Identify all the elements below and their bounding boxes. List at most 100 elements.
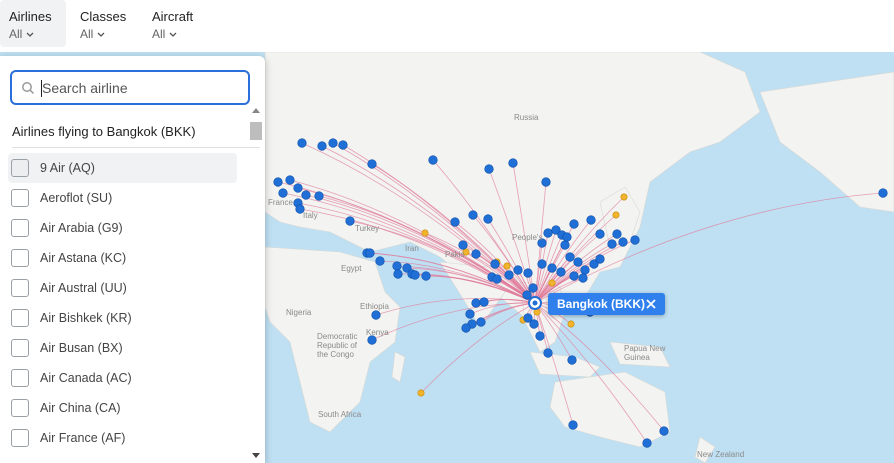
checkbox[interactable]	[11, 279, 29, 297]
list-item[interactable]: Air Bishkek (KR)	[0, 303, 248, 333]
airport-marker[interactable]	[297, 138, 307, 148]
airport-marker[interactable]	[492, 274, 502, 284]
scroll-down-arrow-icon[interactable]	[252, 453, 260, 458]
airport-marker[interactable]	[543, 228, 553, 238]
airport-marker[interactable]	[273, 177, 283, 187]
scrollbar[interactable]	[250, 108, 262, 458]
airport-marker[interactable]	[529, 319, 539, 329]
airport-marker[interactable]	[607, 239, 617, 249]
airport-marker[interactable]	[618, 237, 628, 247]
airport-marker[interactable]	[580, 265, 590, 275]
airport-marker[interactable]	[458, 240, 468, 250]
list-item[interactable]: Air France (AF)	[0, 423, 248, 453]
list-item[interactable]: 9 Air (AQ)	[8, 153, 237, 183]
airport-marker[interactable]	[522, 290, 532, 300]
airport-marker[interactable]	[586, 215, 596, 225]
checkbox[interactable]	[11, 159, 29, 177]
airport-marker[interactable]	[537, 259, 547, 269]
checkbox[interactable]	[11, 399, 29, 417]
airport-marker[interactable]	[504, 270, 514, 280]
scroll-up-arrow-icon[interactable]	[252, 108, 260, 113]
airport-marker[interactable]	[461, 323, 471, 333]
airport-marker[interactable]	[547, 263, 557, 273]
airport-marker[interactable]	[503, 262, 511, 270]
airport-marker[interactable]	[612, 211, 620, 219]
airlines-filter[interactable]: Airlines All	[0, 0, 66, 47]
classes-filter[interactable]: Classes All	[71, 0, 137, 47]
airport-marker[interactable]	[878, 188, 888, 198]
airport-marker[interactable]	[612, 229, 622, 239]
checkbox[interactable]	[11, 309, 29, 327]
airport-marker[interactable]	[523, 268, 533, 278]
airport-marker[interactable]	[548, 279, 556, 287]
airport-marker[interactable]	[468, 210, 478, 220]
airport-marker[interactable]	[483, 214, 493, 224]
airport-marker[interactable]	[417, 389, 425, 397]
airport-marker[interactable]	[410, 270, 420, 280]
airport-marker[interactable]	[569, 271, 579, 281]
list-item[interactable]: Air Arabia (G9)	[0, 213, 248, 243]
airport-marker[interactable]	[513, 265, 523, 275]
airport-marker[interactable]	[365, 248, 375, 258]
airport-marker[interactable]	[393, 269, 403, 279]
airport-marker[interactable]	[293, 183, 303, 193]
airport-marker[interactable]	[565, 252, 575, 262]
airport-marker[interactable]	[428, 155, 438, 165]
airport-marker[interactable]	[476, 317, 486, 327]
close-icon[interactable]	[644, 297, 658, 311]
airport-marker[interactable]	[317, 141, 327, 151]
airport-marker[interactable]	[328, 138, 338, 148]
airport-marker[interactable]	[338, 140, 348, 150]
airport-marker[interactable]	[556, 267, 566, 277]
airport-marker[interactable]	[535, 331, 545, 341]
scroll-thumb[interactable]	[250, 122, 262, 140]
airport-marker[interactable]	[479, 297, 489, 307]
airport-marker[interactable]	[367, 159, 377, 169]
airport-marker[interactable]	[471, 249, 481, 259]
hub-marker[interactable]	[528, 296, 542, 310]
airport-marker[interactable]	[573, 257, 583, 267]
list-item[interactable]: Air Austral (UU)	[0, 273, 248, 303]
airport-tooltip[interactable]: Bangkok (BKK)	[548, 293, 665, 315]
search-airline-input[interactable]	[40, 78, 242, 98]
airport-marker[interactable]	[508, 158, 518, 168]
airport-marker[interactable]	[562, 232, 572, 242]
airport-marker[interactable]	[620, 193, 628, 201]
airport-marker[interactable]	[541, 177, 551, 187]
checkbox[interactable]	[11, 339, 29, 357]
airport-marker[interactable]	[314, 191, 324, 201]
list-item[interactable]: Air Canada (AC)	[0, 363, 248, 393]
airport-marker[interactable]	[371, 310, 381, 320]
airport-marker[interactable]	[301, 190, 311, 200]
airport-marker[interactable]	[569, 219, 579, 229]
airport-marker[interactable]	[642, 438, 652, 448]
airport-marker[interactable]	[345, 216, 355, 226]
airport-marker[interactable]	[375, 256, 385, 266]
checkbox[interactable]	[11, 189, 29, 207]
list-item[interactable]: Air Astana (KC)	[0, 243, 248, 273]
airport-marker[interactable]	[659, 426, 669, 436]
airport-marker[interactable]	[543, 348, 553, 358]
airport-marker[interactable]	[471, 298, 481, 308]
airport-marker[interactable]	[450, 217, 460, 227]
airport-marker[interactable]	[528, 283, 538, 293]
search-box[interactable]	[10, 70, 250, 105]
airport-marker[interactable]	[578, 273, 588, 283]
checkbox[interactable]	[11, 369, 29, 387]
aircraft-filter[interactable]: Aircraft All	[143, 0, 209, 47]
airport-marker[interactable]	[490, 259, 500, 269]
airport-marker[interactable]	[484, 164, 494, 174]
airport-marker[interactable]	[595, 229, 605, 239]
airport-marker[interactable]	[285, 175, 295, 185]
airport-marker[interactable]	[567, 355, 577, 365]
airport-marker[interactable]	[630, 235, 640, 245]
airport-marker[interactable]	[595, 254, 605, 264]
airport-marker[interactable]	[560, 240, 570, 250]
airport-marker[interactable]	[567, 320, 575, 328]
list-item[interactable]: Aeroflot (SU)	[0, 183, 248, 213]
checkbox[interactable]	[11, 219, 29, 237]
checkbox[interactable]	[11, 429, 29, 447]
list-item[interactable]: Air China (CA)	[0, 393, 248, 423]
airport-marker[interactable]	[568, 420, 578, 430]
airport-marker[interactable]	[421, 229, 429, 237]
